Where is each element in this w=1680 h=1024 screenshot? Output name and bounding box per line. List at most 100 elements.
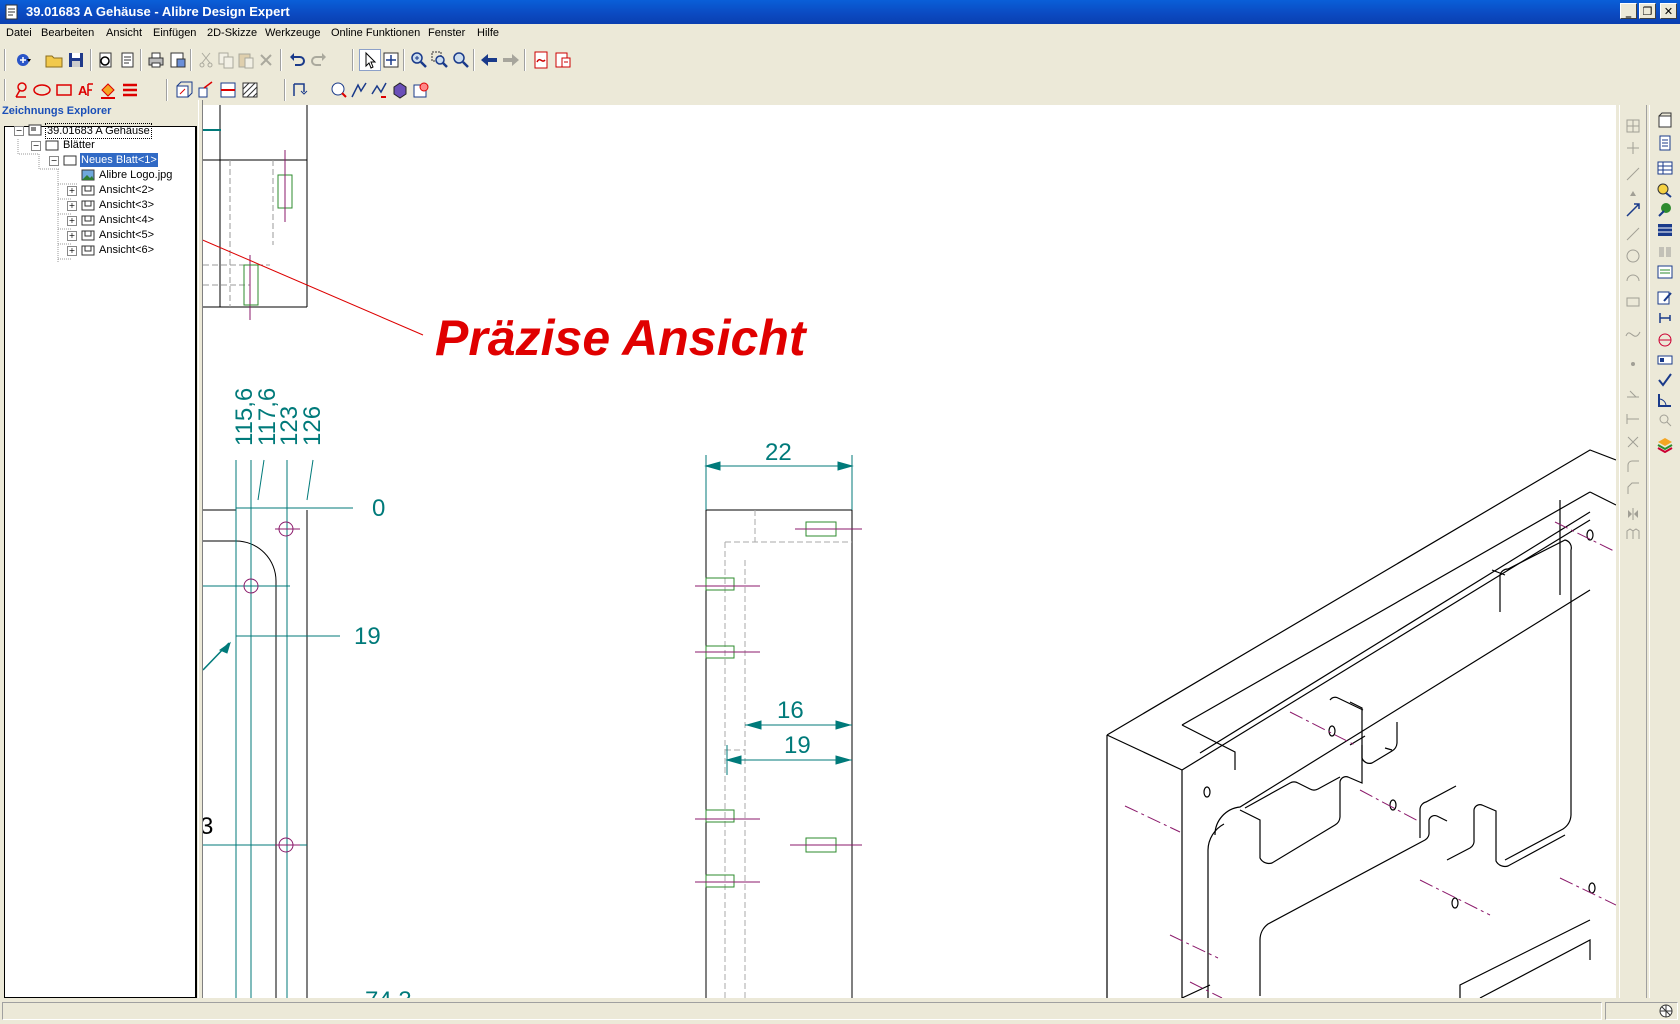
menu-fenster[interactable]: Fenster: [428, 27, 465, 39]
minimize-button[interactable]: _: [1620, 3, 1637, 19]
expand-icon[interactable]: +: [67, 186, 77, 196]
close-button[interactable]: ✕: [1660, 3, 1677, 19]
broken-view-icon[interactable]: [349, 80, 369, 100]
print-icon[interactable]: [146, 50, 166, 70]
hatch-icon[interactable]: [240, 80, 260, 100]
properties-icon[interactable]: [118, 50, 138, 70]
rectangle-icon[interactable]: [54, 80, 74, 100]
layers-icon[interactable]: [1656, 435, 1674, 453]
cut-icon[interactable]: [196, 50, 216, 70]
spline-icon[interactable]: [1624, 323, 1642, 341]
auxiliary-view-icon[interactable]: [369, 80, 389, 100]
chamfer-icon[interactable]: [1624, 479, 1642, 497]
zoom-window-icon[interactable]: [430, 50, 450, 70]
redo-icon[interactable]: [309, 50, 329, 70]
select-arrow-icon[interactable]: [359, 49, 381, 71]
note-icon[interactable]: [1656, 263, 1674, 281]
circle-icon[interactable]: [1624, 247, 1642, 265]
menu-einfuegen[interactable]: Einfügen: [153, 27, 196, 39]
sheet-properties-icon[interactable]: [1656, 134, 1674, 152]
expand-icon[interactable]: +: [67, 216, 77, 226]
tree-logo-item[interactable]: Alibre Logo.jpg: [67, 168, 187, 183]
line-icon[interactable]: [1624, 165, 1642, 183]
fillet-icon[interactable]: [1624, 457, 1642, 475]
tree-view-item[interactable]: + Ansicht<2>: [67, 183, 187, 198]
ellipse-icon[interactable]: [32, 80, 52, 100]
standard-view-icon[interactable]: [174, 80, 194, 100]
menu-online-funktionen[interactable]: Online Funktionen: [331, 27, 420, 39]
extend-icon[interactable]: [1624, 410, 1642, 428]
paste-icon[interactable]: [236, 50, 256, 70]
surface-finish-icon[interactable]: [1656, 309, 1674, 327]
point-icon[interactable]: [1624, 139, 1642, 157]
undo-icon[interactable]: [287, 50, 307, 70]
search-icon[interactable]: [1656, 411, 1674, 429]
pan-icon[interactable]: [381, 50, 401, 70]
collapse-icon[interactable]: −: [49, 156, 59, 166]
centermark-icon[interactable]: [1656, 331, 1674, 349]
delete-entity-icon[interactable]: [1624, 433, 1642, 451]
annotation-text[interactable]: Präzise Ansicht: [435, 310, 808, 366]
menu-werkzeuge[interactable]: Werkzeuge: [265, 27, 320, 39]
tree-view-item[interactable]: + Ansicht<3>: [67, 198, 187, 213]
section-view-icon[interactable]: [218, 80, 238, 100]
line-style-icon[interactable]: [120, 80, 140, 100]
fill-icon[interactable]: [98, 80, 118, 100]
expand-icon[interactable]: +: [67, 201, 77, 211]
break-out-view-icon[interactable]: [411, 80, 431, 100]
expand-icon[interactable]: +: [67, 231, 77, 241]
zoom-in-icon[interactable]: [409, 50, 429, 70]
menu-bearbeiten[interactable]: Bearbeiten: [41, 27, 94, 39]
menu-hilfe[interactable]: Hilfe: [477, 27, 499, 39]
angle-icon[interactable]: [1656, 391, 1674, 409]
edit-note-icon[interactable]: [1656, 289, 1674, 307]
projected-view-icon[interactable]: [196, 80, 216, 100]
datum-icon[interactable]: [1656, 201, 1674, 219]
pdf-settings-icon[interactable]: [553, 50, 573, 70]
sketch-point-icon[interactable]: [12, 80, 32, 100]
check-icon[interactable]: [1656, 371, 1674, 389]
sketch-line-icon[interactable]: [1624, 225, 1642, 243]
menu-datei[interactable]: Datei: [6, 27, 32, 39]
weld-icon[interactable]: [1656, 243, 1674, 261]
feature-control-icon[interactable]: [1656, 351, 1674, 369]
sketch-point-small-icon[interactable]: [1624, 355, 1642, 373]
tree-view-item[interactable]: + Ansicht<6>: [67, 243, 187, 258]
next-view-icon[interactable]: [501, 50, 521, 70]
page-setup-icon[interactable]: [168, 50, 188, 70]
tree-sheets-folder[interactable]: − Blätter: [31, 138, 191, 153]
tree-view-item[interactable]: + Ansicht<4>: [67, 213, 187, 228]
previous-view-icon[interactable]: [479, 50, 499, 70]
copy-icon[interactable]: [216, 50, 236, 70]
grid-icon[interactable]: [1624, 117, 1642, 135]
print-preview-icon[interactable]: [96, 50, 116, 70]
menu-2d-skizze[interactable]: 2D-Skizze: [207, 27, 257, 39]
tree-root[interactable]: − 39.01683 A Gehäuse: [14, 123, 194, 139]
restore-button[interactable]: ❐: [1639, 3, 1656, 19]
offset-icon[interactable]: [1624, 525, 1642, 543]
arc-icon[interactable]: [1624, 269, 1642, 287]
open-folder-icon[interactable]: [44, 50, 64, 70]
zoom-fit-icon[interactable]: [451, 50, 471, 70]
expand-icon[interactable]: +: [67, 246, 77, 256]
new-sheet-icon[interactable]: [1656, 112, 1674, 130]
delete-icon[interactable]: [256, 50, 276, 70]
drawing-canvas[interactable]: 115,6 117,6 123 126 0 19 3 74,3 Präzise …: [203, 105, 1616, 998]
collapse-icon[interactable]: −: [31, 141, 41, 151]
mirror-icon[interactable]: [1624, 505, 1642, 523]
balloon-icon[interactable]: [1656, 181, 1674, 199]
detail-view-icon[interactable]: [329, 80, 349, 100]
3d-view-icon[interactable]: [390, 80, 410, 100]
tree-view-item[interactable]: + Ansicht<5>: [67, 228, 187, 243]
save-icon[interactable]: [66, 50, 86, 70]
trim-icon[interactable]: [1624, 385, 1642, 403]
menu-ansicht[interactable]: Ansicht: [106, 27, 142, 39]
text-icon[interactable]: A: [76, 80, 96, 100]
hatch-pattern-icon[interactable]: [1656, 221, 1674, 239]
tree-sheet[interactable]: − Neues Blatt<1>: [49, 153, 189, 168]
dimension-icon[interactable]: [291, 80, 311, 100]
collapse-icon[interactable]: −: [14, 126, 24, 136]
table-icon[interactable]: [1656, 159, 1674, 177]
new-icon[interactable]: [14, 50, 34, 70]
pdf-export-icon[interactable]: [531, 50, 551, 70]
